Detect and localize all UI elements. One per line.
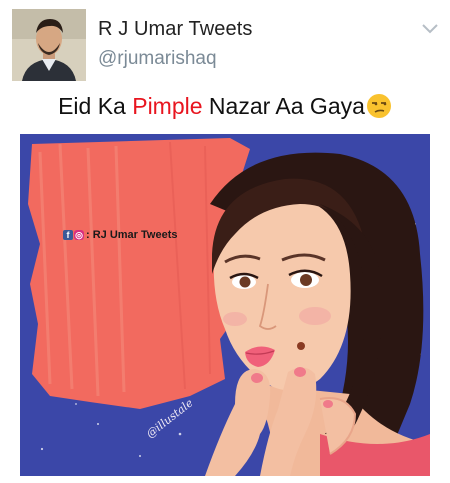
watermark-text: : RJ Umar Tweets	[86, 229, 178, 241]
unamused-face-emoji	[366, 94, 391, 118]
tweet-text: Eid Ka Pimple Nazar Aa Gaya	[0, 93, 450, 120]
display-name[interactable]: R J Umar Tweets	[98, 18, 253, 41]
avatar[interactable]	[12, 9, 86, 81]
caption-part-1: Eid Ka	[58, 93, 133, 119]
watermark: f ◎ : RJ Umar Tweets	[63, 229, 178, 241]
tweet-image[interactable]	[20, 134, 430, 476]
chevron-down-icon[interactable]	[420, 20, 440, 36]
facebook-icon: f	[63, 230, 73, 240]
instagram-icon: ◎	[74, 230, 84, 240]
avatar-photo	[12, 9, 86, 81]
user-handle[interactable]: @rjumarishaq	[98, 48, 217, 70]
caption-highlight: Pimple	[132, 93, 203, 119]
caption-part-2: Nazar Aa Gaya	[202, 93, 365, 119]
illustration-girl-pimple	[20, 134, 430, 476]
